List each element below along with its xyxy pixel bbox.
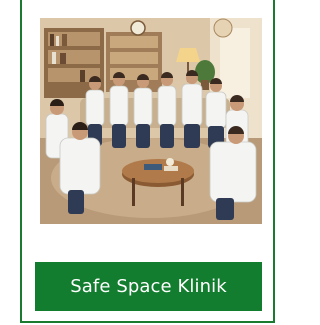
- clinic-card: Safe Space Klinik: [20, 0, 275, 323]
- safe-space-klinik-button[interactable]: Safe Space Klinik: [35, 262, 262, 311]
- group-session-photo: [40, 18, 262, 224]
- group-session-illustration: [40, 18, 262, 224]
